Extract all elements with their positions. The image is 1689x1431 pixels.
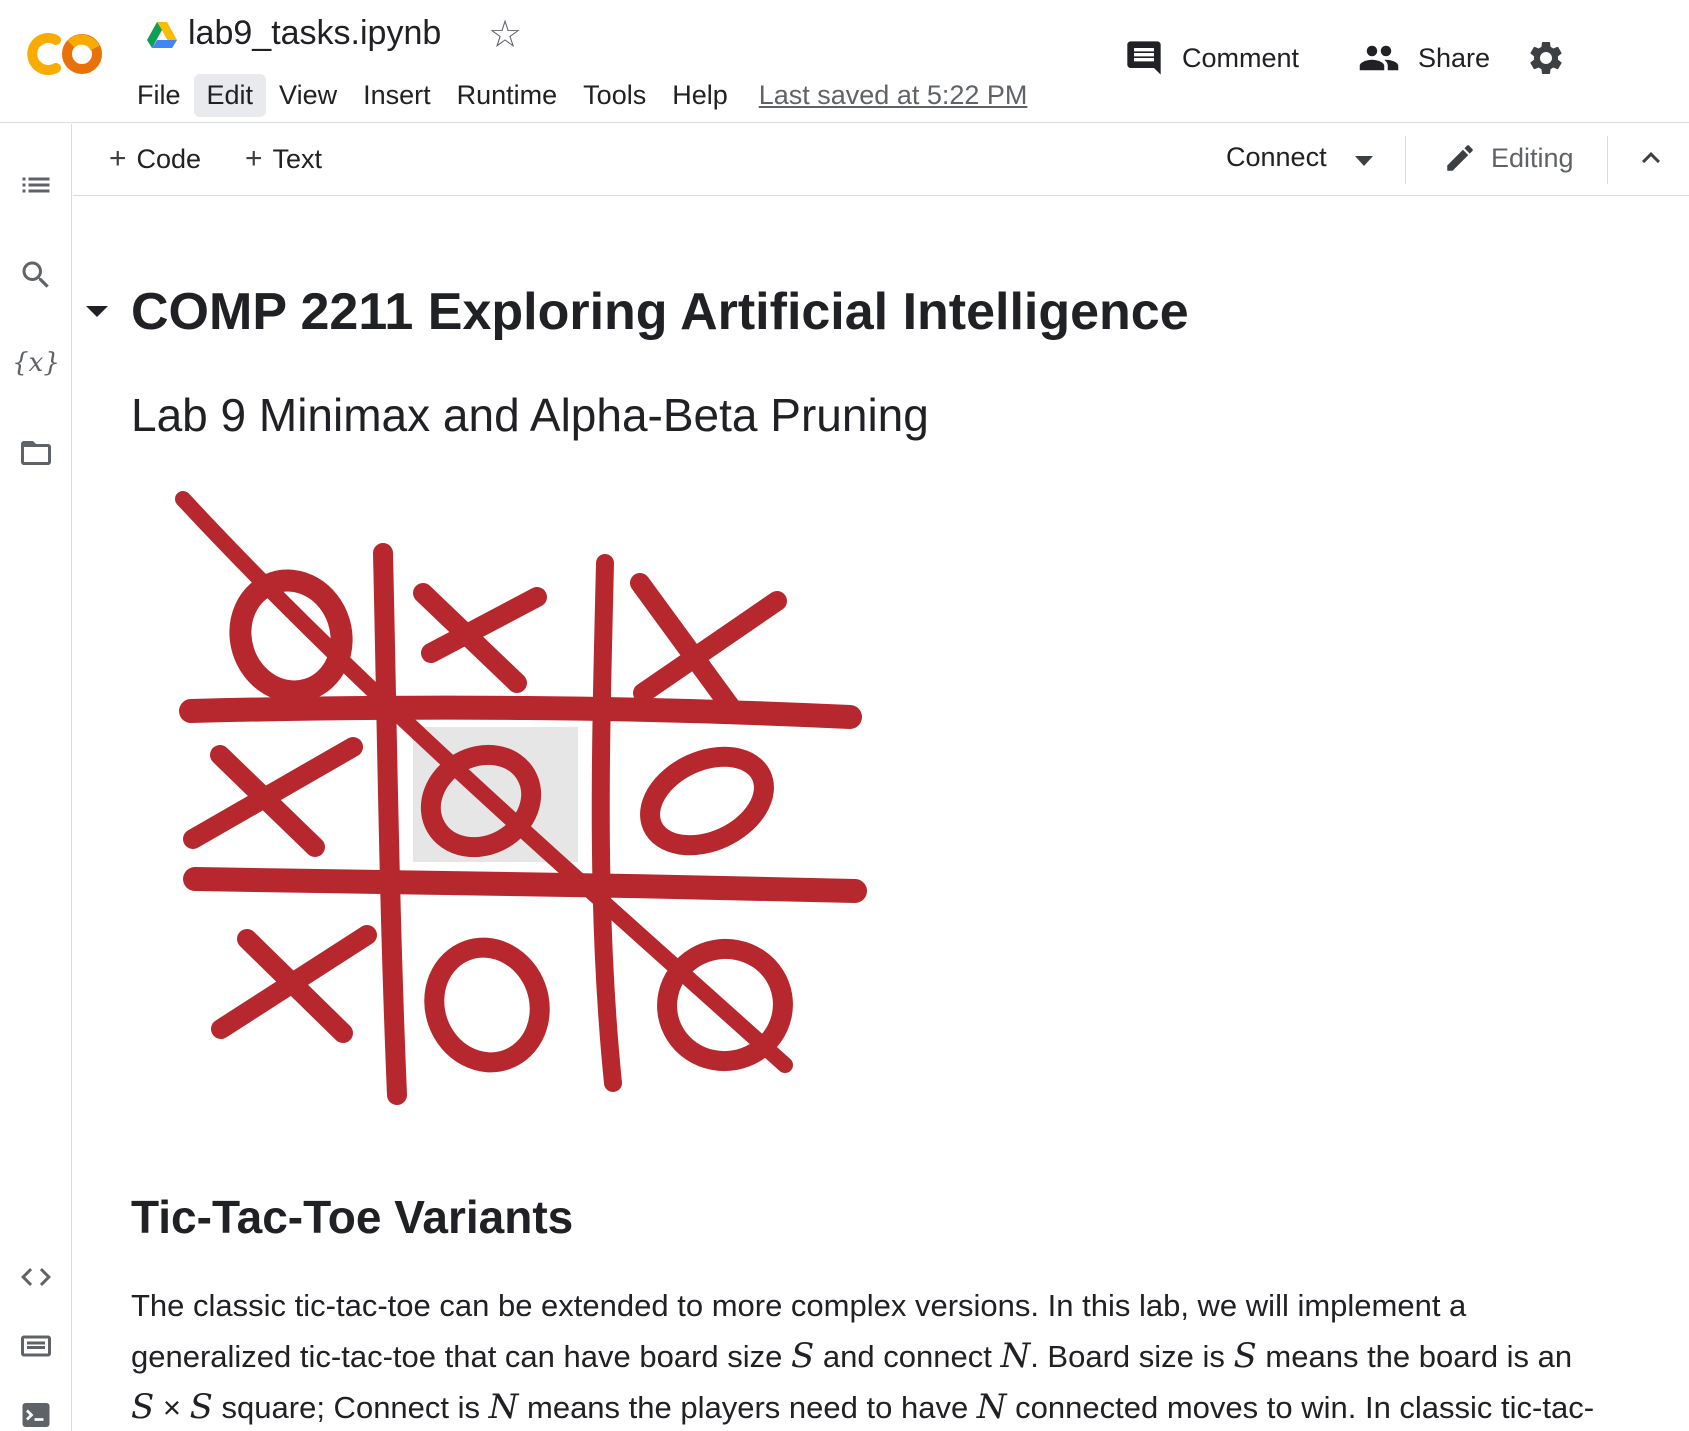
colab-logo[interactable] — [22, 28, 108, 80]
connect-dropdown-icon[interactable] — [1355, 156, 1373, 166]
math-n: N — [488, 1387, 519, 1427]
paragraph-line-3: S × S square; Connect is N means the pla… — [131, 1387, 1595, 1427]
paragraph-line-1: The classic tic-tac-toe can be extended … — [131, 1288, 1467, 1323]
toolbar-divider — [1607, 136, 1608, 184]
toolbar-divider — [1405, 136, 1406, 184]
notebook-toolbar: + Code + Text Connect Editing — [73, 124, 1689, 196]
menu-insert[interactable]: Insert — [350, 74, 444, 117]
share-label: Share — [1418, 42, 1491, 73]
editing-mode-button[interactable]: Editing — [1443, 138, 1574, 178]
plus-icon: + — [245, 142, 263, 175]
intro-paragraph: The classic tic-tac-toe can be extended … — [131, 1280, 1671, 1431]
gear-icon[interactable] — [1526, 38, 1566, 78]
math-s: S — [791, 1336, 815, 1376]
code-icon[interactable] — [17, 1258, 55, 1296]
star-outline-icon[interactable]: ☆ — [488, 16, 522, 54]
menu-help[interactable]: Help — [659, 74, 741, 117]
paragraph-line-2: generalized tic-tac-toe that can have bo… — [131, 1336, 1573, 1376]
search-icon[interactable] — [17, 256, 55, 294]
menu-file[interactable]: File — [124, 74, 194, 117]
add-text-button[interactable]: + Text — [245, 142, 322, 176]
people-icon — [1359, 45, 1399, 71]
variables-icon[interactable]: {x} — [12, 344, 60, 382]
last-saved-link[interactable]: Last saved at 5:22 PM — [759, 80, 1028, 111]
menu-tools[interactable]: Tools — [570, 74, 659, 117]
keyboard-icon[interactable] — [17, 1327, 55, 1365]
menu-runtime[interactable]: Runtime — [444, 74, 571, 117]
math-s: S — [189, 1387, 213, 1427]
editing-label: Editing — [1491, 142, 1574, 173]
share-button[interactable]: Share — [1358, 36, 1490, 80]
menu-view[interactable]: View — [266, 74, 350, 117]
google-drive-icon — [147, 22, 177, 48]
plus-icon: + — [109, 142, 127, 175]
add-code-label: Code — [136, 144, 202, 174]
math-s: S — [131, 1387, 155, 1427]
menu-edit[interactable]: Edit — [193, 73, 267, 117]
math-s: S — [1233, 1336, 1257, 1376]
chevron-up-icon[interactable] — [1633, 140, 1669, 176]
comment-button[interactable]: Comment — [1124, 36, 1299, 80]
notebook-subtitle: Lab 9 Minimax and Alpha-Beta Pruning — [131, 389, 929, 441]
triangle-down-icon[interactable] — [86, 306, 108, 317]
table-of-contents-icon[interactable] — [17, 166, 55, 204]
left-rail: {x} — [0, 124, 72, 1431]
app-header: lab9_tasks.ipynb ☆ File Edit View Insert… — [0, 0, 1689, 123]
folder-icon[interactable] — [17, 434, 55, 472]
math-n: N — [1000, 1336, 1031, 1376]
notebook-title: COMP 2211 Exploring Artificial Intellige… — [131, 283, 1189, 341]
comment-label: Comment — [1182, 42, 1300, 73]
tic-tac-toe-illustration — [175, 491, 867, 1105]
comment-icon — [1127, 41, 1161, 75]
terminal-icon[interactable] — [17, 1396, 55, 1431]
add-code-button[interactable]: + Code — [109, 142, 201, 176]
pencil-icon — [1447, 145, 1473, 171]
section-heading: Tic-Tac-Toe Variants — [131, 1191, 574, 1243]
add-text-label: Text — [272, 144, 323, 174]
connect-button[interactable]: Connect — [1226, 142, 1327, 173]
notebook-file-name[interactable]: lab9_tasks.ipynb — [188, 14, 441, 53]
menu-bar: File Edit View Insert Runtime Tools Help… — [124, 72, 1027, 118]
math-n: N — [976, 1387, 1007, 1427]
